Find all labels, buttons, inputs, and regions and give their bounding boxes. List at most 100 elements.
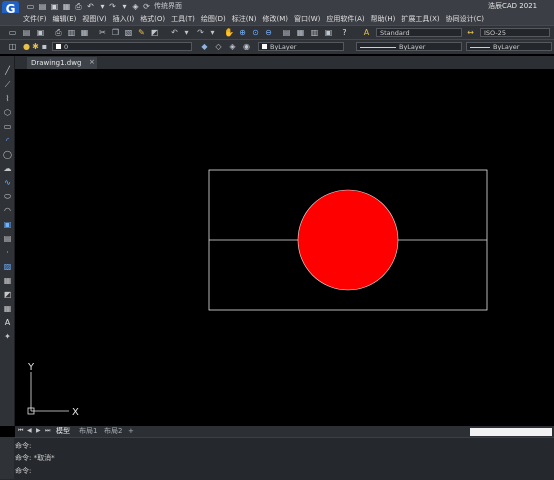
save-icon[interactable]: ▣ (50, 2, 59, 11)
polygon-icon[interactable]: ⬡ (3, 108, 12, 117)
sheet-set-icon[interactable]: ▣ (324, 28, 333, 37)
prev-layout-icon[interactable]: ◀ (27, 427, 32, 434)
color-select[interactable]: ByLayer (258, 42, 344, 51)
zoom-previous-icon[interactable]: ⊖ (264, 28, 273, 37)
layer-lock-icon[interactable]: ▪ (40, 42, 49, 51)
open-icon[interactable]: ▤ (22, 28, 31, 37)
menu-modify[interactable]: 修改(M) (259, 13, 291, 25)
construction-line-icon[interactable]: ⟋ (3, 80, 12, 89)
polyline-icon[interactable]: ⌇ (3, 94, 12, 103)
menu-format[interactable]: 格式(O) (137, 13, 168, 25)
text-style-icon[interactable]: A (362, 28, 371, 37)
redo-icon[interactable]: ↷ (108, 2, 117, 11)
redo-dropdown-icon[interactable]: ▾ (208, 28, 217, 37)
first-layout-icon[interactable]: ⏮ (18, 427, 23, 435)
lineweight-select[interactable]: ByLayer (466, 42, 552, 51)
redo-dropdown-icon[interactable]: ▾ (120, 2, 129, 11)
new-file-icon[interactable]: ▭ (26, 2, 35, 11)
layer-isolate-icon[interactable]: ◉ (242, 42, 251, 51)
document-tab[interactable]: Drawing1.dwg (27, 57, 97, 69)
menu-edit[interactable]: 编辑(E) (50, 13, 80, 25)
dim-style-icon[interactable]: ↔ (466, 28, 475, 37)
menu-dimension[interactable]: 标注(N) (229, 13, 260, 25)
close-tab-icon[interactable]: × (89, 58, 95, 66)
workspace-name[interactable]: 传统界面 (154, 1, 182, 11)
workspace-switch-icon[interactable]: ⟳ (142, 2, 151, 11)
menu-draw[interactable]: 绘图(D) (198, 13, 229, 25)
layer-select[interactable]: 0 (52, 42, 192, 51)
plot-preview-icon[interactable]: ▥ (67, 28, 76, 37)
help-icon[interactable]: ? (340, 28, 349, 37)
layer-freeze-icon[interactable]: ✱ (31, 42, 40, 51)
arc-icon[interactable]: ◜ (3, 136, 12, 145)
tab-model[interactable]: 模型 (56, 426, 70, 437)
menu-window[interactable]: 窗口(W) (291, 13, 323, 25)
spline-icon[interactable]: ∿ (3, 178, 12, 187)
make-block-icon[interactable]: ▤ (3, 234, 12, 243)
circle-icon[interactable]: ◯ (3, 150, 12, 159)
layer-on-icon[interactable]: ● (22, 42, 31, 51)
menu-extension-tools[interactable]: 扩展工具(X) (398, 13, 442, 25)
table-icon[interactable]: ▦ (3, 304, 12, 313)
print-icon[interactable]: ⎙ (74, 2, 83, 11)
menu-file[interactable]: 文件(F) (20, 13, 50, 25)
publish-icon[interactable]: ▦ (80, 28, 89, 37)
region-icon[interactable]: ◩ (3, 290, 12, 299)
undo-dropdown-icon[interactable]: ▾ (182, 28, 191, 37)
menu-insert[interactable]: 插入(I) (110, 13, 138, 25)
undo-icon[interactable]: ↶ (170, 28, 179, 37)
ellipse-icon[interactable]: ⬭ (3, 192, 12, 201)
line-icon[interactable]: ╱ (3, 66, 12, 75)
menu-apps[interactable]: 应用软件(A) (323, 13, 367, 25)
save-icon[interactable]: ▣ (36, 28, 45, 37)
command-input-line[interactable]: 命令: (15, 466, 31, 477)
dim-style-select[interactable]: ISO-25 (480, 28, 550, 37)
match-properties-icon[interactable]: ✎ (137, 28, 146, 37)
copy-icon[interactable]: ❐ (111, 28, 120, 37)
tab-layout2[interactable]: 布局2 (104, 426, 122, 437)
menu-collab-design[interactable]: 协同设计(C) (443, 13, 487, 25)
paste-icon[interactable]: ▧ (124, 28, 133, 37)
revision-cloud-icon[interactable]: ☁ (3, 164, 12, 173)
insert-block-icon[interactable]: ▣ (3, 220, 12, 229)
new-icon[interactable]: ▭ (8, 28, 17, 37)
zoom-window-icon[interactable]: ⊙ (251, 28, 260, 37)
undo-dropdown-icon[interactable]: ▾ (98, 2, 107, 11)
menu-view[interactable]: 视图(V) (79, 13, 109, 25)
layer-states-icon[interactable]: ◈ (228, 42, 237, 51)
ellipse-arc-icon[interactable]: ◠ (3, 206, 12, 215)
rectangle-icon[interactable]: ▭ (3, 122, 12, 131)
hatch-icon[interactable]: ▨ (3, 262, 12, 271)
save-as-icon[interactable]: ▦ (62, 2, 71, 11)
make-current-layer-icon[interactable]: ◆ (200, 42, 209, 51)
print-icon[interactable]: ⎙ (54, 28, 63, 37)
point-icon[interactable]: · (3, 248, 12, 257)
tab-add-layout[interactable]: + (128, 426, 134, 437)
design-center-icon[interactable]: ▦ (296, 28, 305, 37)
layer-manager-icon[interactable]: ◫ (8, 42, 17, 51)
redo-icon[interactable]: ↷ (196, 28, 205, 37)
tool-palettes-icon[interactable]: ▥ (310, 28, 319, 37)
multiline-text-icon[interactable]: A (3, 318, 12, 327)
horizontal-scrollbar[interactable] (470, 428, 552, 436)
workspace-icon[interactable]: ◈ (131, 2, 140, 11)
undo-icon[interactable]: ↶ (86, 2, 95, 11)
next-layout-icon[interactable]: ▶ (36, 427, 41, 434)
linetype-select[interactable]: ByLayer (356, 42, 462, 51)
red-circle[interactable] (297, 189, 399, 291)
tab-layout1[interactable]: 布局1 (79, 426, 97, 437)
open-file-icon[interactable]: ▤ (38, 2, 47, 11)
layer-previous-icon[interactable]: ◇ (214, 42, 223, 51)
menu-help[interactable]: 帮助(H) (368, 13, 399, 25)
pan-icon[interactable]: ✋ (224, 28, 234, 37)
last-layout-icon[interactable]: ⏭ (45, 427, 50, 435)
add-selected-icon[interactable]: ✦ (3, 332, 12, 341)
gradient-icon[interactable]: ▦ (3, 276, 12, 285)
block-editor-icon[interactable]: ◩ (150, 28, 159, 37)
menu-tools[interactable]: 工具(T) (168, 13, 198, 25)
cut-icon[interactable]: ✂ (98, 28, 107, 37)
command-window-handle[interactable] (0, 437, 14, 479)
properties-icon[interactable]: ▤ (282, 28, 291, 37)
text-style-select[interactable]: Standard (376, 28, 462, 37)
zoom-realtime-icon[interactable]: ⊕ (238, 28, 247, 37)
